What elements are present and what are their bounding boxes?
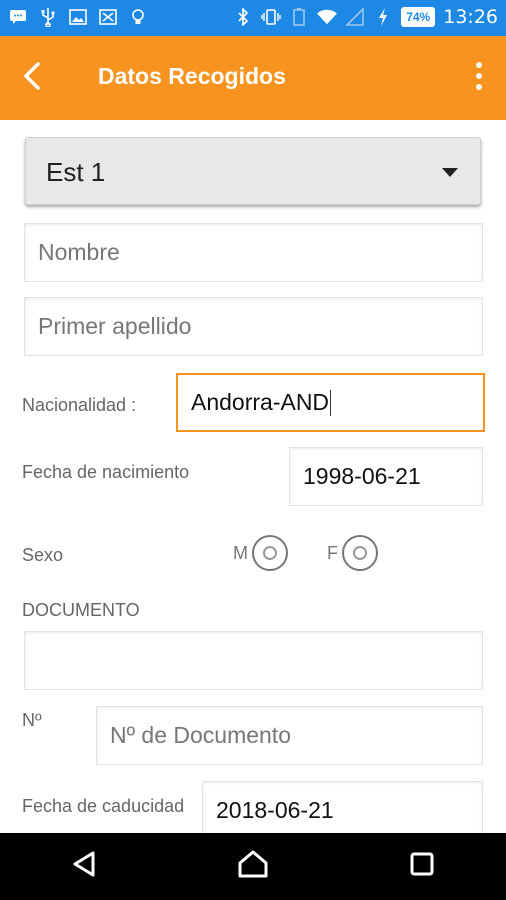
battery-outline-icon	[289, 7, 309, 27]
fecha-nacimiento-value: 1998-06-21	[303, 463, 421, 489]
numero-label: Nº	[22, 710, 42, 730]
radio-f-label: F	[327, 542, 338, 563]
clock: 13:26	[443, 6, 498, 28]
usb-icon	[38, 7, 58, 27]
sexo-radio-m[interactable]: M	[233, 535, 288, 571]
fecha-caducidad-label: Fecha de caducidad	[22, 796, 185, 816]
status-right-icons: 74% 13:26	[233, 6, 498, 28]
bluetooth-icon	[233, 7, 253, 27]
status-left-icons	[8, 7, 148, 27]
numero-documento-input[interactable]: Nº de Documento	[96, 706, 483, 765]
form-content: Est 1 Nombre Primer apellido Nacionalida…	[0, 120, 506, 833]
numero-placeholder: Nº de Documento	[110, 722, 291, 748]
radio-m-label: M	[233, 542, 248, 563]
battery-percent: 74%	[401, 7, 436, 27]
sexo-label: Sexo	[22, 545, 64, 565]
nav-home-button[interactable]	[228, 842, 278, 892]
fecha-nacimiento-label: Fecha de nacimiento	[22, 462, 190, 482]
apellido-placeholder: Primer apellido	[38, 313, 192, 339]
lightbulb-icon	[128, 7, 148, 27]
nombre-input[interactable]: Nombre	[24, 223, 483, 282]
primer-apellido-input[interactable]: Primer apellido	[24, 297, 483, 356]
station-spinner[interactable]: Est 1	[25, 137, 481, 205]
nacionalidad-label: Nacionalidad :	[22, 395, 137, 415]
nacionalidad-input[interactable]: Andorra-AND	[176, 373, 485, 432]
fecha-caducidad-value: 2018-06-21	[216, 797, 334, 823]
image-icon	[68, 7, 88, 27]
app-bar: Datos Recogidos	[0, 36, 506, 120]
nombre-placeholder: Nombre	[38, 239, 120, 265]
cast-off-icon	[98, 7, 118, 27]
message-icon	[8, 7, 28, 27]
documento-label: DOCUMENTO	[22, 600, 140, 620]
navigation-bar	[0, 833, 506, 900]
more-vertical-icon	[475, 61, 483, 96]
page-title: Datos Recogidos	[98, 63, 286, 89]
back-button[interactable]	[12, 58, 52, 98]
radio-f-circle[interactable]	[342, 535, 378, 571]
wifi-icon	[317, 7, 338, 27]
sexo-radio-f[interactable]: F	[327, 535, 378, 571]
documento-input[interactable]	[24, 631, 483, 690]
text-cursor	[330, 389, 332, 416]
nav-recents-button[interactable]	[397, 842, 447, 892]
status-bar: 74% 13:26	[0, 0, 506, 36]
arrow-left-icon	[22, 61, 42, 96]
square-recents-icon	[410, 852, 434, 881]
nav-back-button[interactable]	[59, 842, 109, 892]
triangle-back-icon	[71, 850, 97, 883]
nacionalidad-value: Andorra-AND	[191, 389, 330, 415]
overflow-menu-button[interactable]	[464, 58, 494, 98]
signal-icon	[345, 7, 365, 27]
home-icon	[237, 849, 269, 884]
vibrate-icon	[261, 7, 281, 27]
charging-icon	[373, 7, 393, 27]
dropdown-arrow-icon	[442, 168, 458, 177]
fecha-caducidad-input[interactable]: 2018-06-21	[202, 781, 483, 833]
radio-m-circle[interactable]	[252, 535, 288, 571]
fecha-nacimiento-input[interactable]: 1998-06-21	[289, 447, 483, 506]
spinner-value: Est 1	[46, 157, 106, 187]
